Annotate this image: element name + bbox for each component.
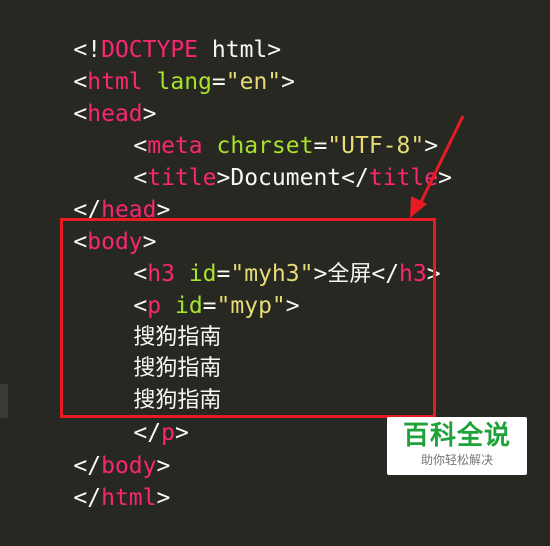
watermark-title: 百科全说 xyxy=(402,421,511,451)
tag-bracket: > xyxy=(281,69,295,95)
code-line-head-close: </head> xyxy=(18,162,170,223)
tag-bracket: > xyxy=(174,420,189,446)
code-line-html-open: <html lang="en"> xyxy=(18,34,295,95)
code-line-doctype: <!DOCTYPE html> xyxy=(18,2,281,63)
code-line-head-open: <head> xyxy=(18,66,156,127)
code-line-title: <title>Document</title> xyxy=(78,130,452,191)
highlight-box xyxy=(60,218,436,418)
code-line-body-close: </body> xyxy=(18,418,170,479)
watermark-subtitle: 助你轻松解决 xyxy=(420,453,493,467)
tag-bracket: > xyxy=(156,485,171,511)
tag-bracket: </ xyxy=(341,165,369,191)
attribute-name: lang xyxy=(156,69,212,95)
current-line-marker xyxy=(0,384,8,418)
attribute-value: "en" xyxy=(225,69,282,95)
watermark-logo: 百科全说 助你轻松解决 xyxy=(387,417,527,475)
code-line-meta: <meta charset="UTF-8"> xyxy=(78,98,438,159)
element-text: Document xyxy=(230,165,342,191)
tag-name: html xyxy=(101,485,157,511)
tag-bracket: </ xyxy=(73,485,102,511)
tag-bracket: > xyxy=(216,165,231,191)
tag-bracket: > xyxy=(438,165,452,191)
tag-name: title xyxy=(368,165,439,191)
code-line-html-close: </html> xyxy=(18,450,170,511)
equals-sign: = xyxy=(211,69,226,95)
